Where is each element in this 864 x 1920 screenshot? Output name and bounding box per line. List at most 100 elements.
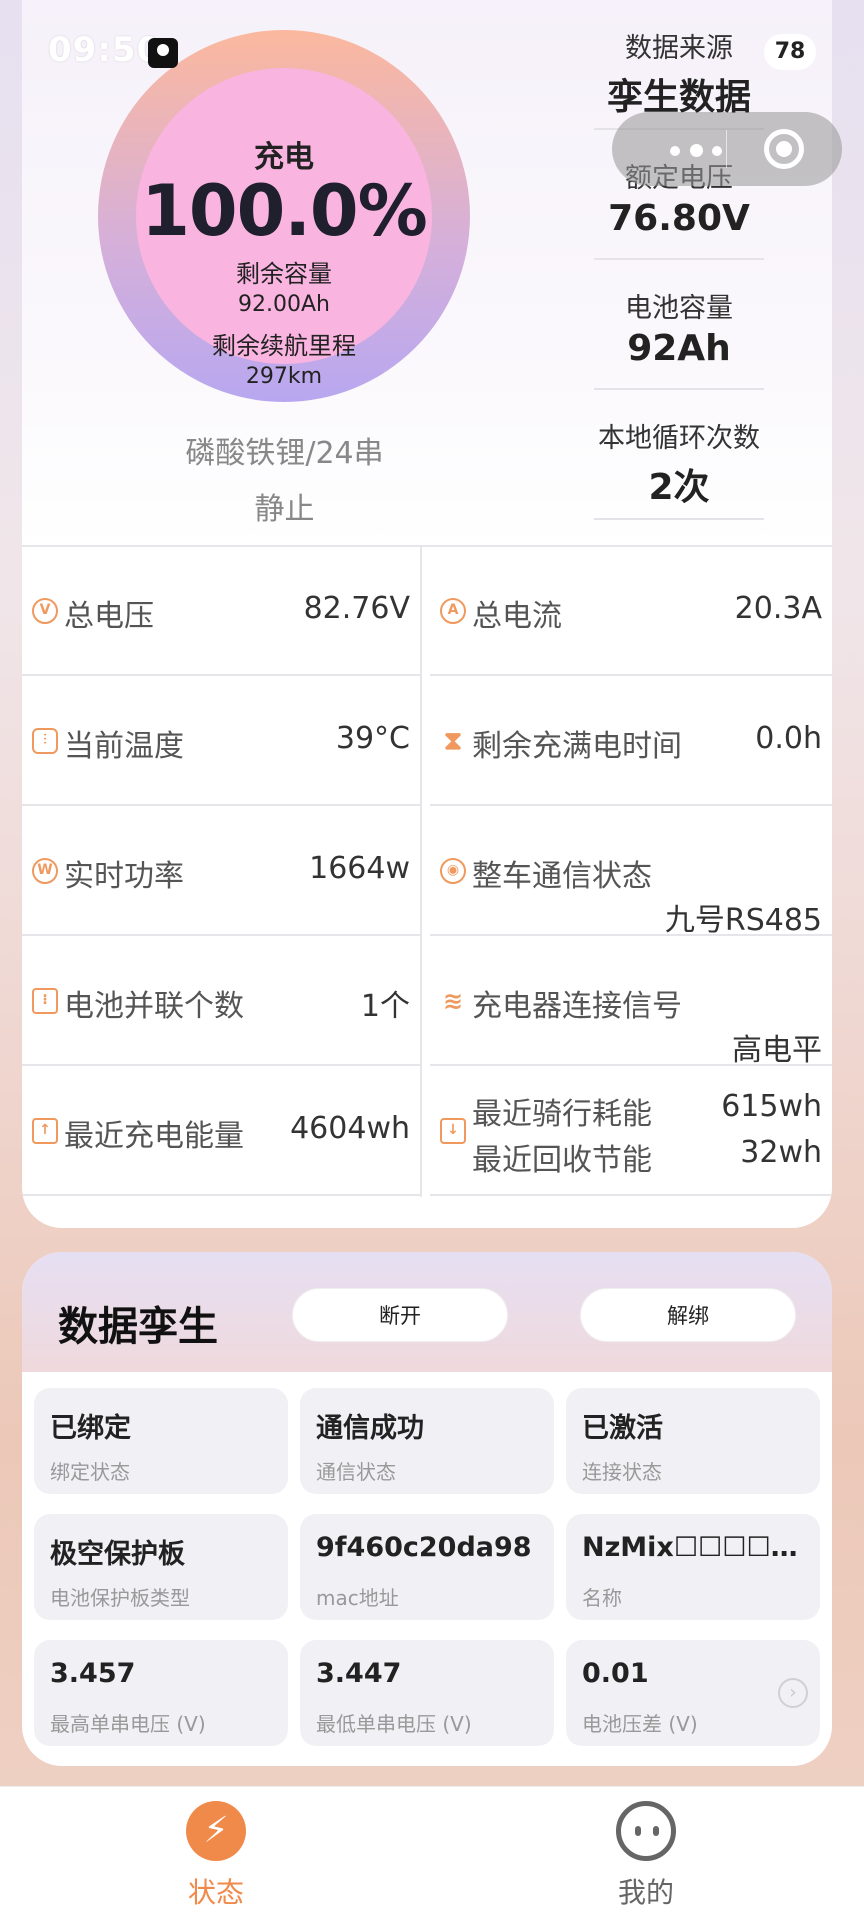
metric-label: 整车通信状态 (472, 859, 652, 894)
unbind-button[interactable]: 解绑 (580, 1288, 796, 1342)
grid-divider (420, 547, 422, 1197)
metric-label: 实时功率 (64, 859, 184, 894)
tile-mac-address: 9f460c20da98 mac地址 (300, 1514, 554, 1620)
close-miniprogram-icon[interactable] (764, 129, 804, 169)
metric-comm-status: ◉ 整车通信状态 九号RS485 (430, 807, 832, 938)
metric-label: 最近骑行耗能 (472, 1097, 652, 1132)
twin-header: 数据孪生 断开 解绑 (22, 1252, 832, 1372)
spec-value: 76.80V (608, 198, 750, 239)
spec-cycle-count: 本地循环次数 2次 (594, 390, 764, 520)
tile-bind-status: 已绑定 绑定状态 (34, 1388, 288, 1494)
mini-program-capsule (612, 112, 842, 186)
metric-recent-charge: ↑ 最近充电能量 4604wh (22, 1067, 420, 1196)
tile-value: 3.457 (50, 1658, 136, 1689)
tile-label: 最高单串电压 (V) (50, 1712, 206, 1736)
charge-energy-icon: ↑ (32, 1118, 58, 1144)
metric-label: 剩余充满电时间 (472, 729, 682, 764)
metric-value: 82.76V (303, 591, 410, 626)
tile-value: 已绑定 (50, 1413, 131, 1444)
data-twin-card: 数据孪生 断开 解绑 已绑定 绑定状态 通信成功 通信状态 已激活 连接状态 极… (22, 1252, 832, 1766)
tile-value: 3.447 (316, 1658, 402, 1689)
tile-label: 电池保护板类型 (50, 1586, 190, 1610)
tab-mine[interactable]: 我的 (546, 1787, 746, 1920)
metric-label: 最近回收节能 (472, 1143, 652, 1178)
tab-label: 我的 (617, 1876, 674, 1909)
wifi-icon: ≋ (442, 987, 464, 1015)
discharge-energy-icon: ↓ (440, 1118, 466, 1144)
tile-value: 已激活 (582, 1413, 663, 1444)
tile-value: 极空保护板 (50, 1539, 185, 1570)
metric-value: 20.3A (734, 591, 822, 626)
tile-label: 电池压差 (V) (582, 1712, 698, 1736)
metric-value: 0.0h (755, 721, 822, 756)
voltage-icon: V (32, 598, 58, 624)
bottom-tab-bar: ⚡ 状态 我的 (0, 1786, 864, 1920)
thermometer-icon: ⫶ (32, 728, 58, 754)
gauge-center: 充电 100.0% 剩余容量 92.00Ah 剩余续航里程 297km (136, 68, 432, 389)
metric-value: 1个 (360, 989, 410, 1024)
metric-charger-signal: ≋ 充电器连接信号 高电平 (430, 937, 832, 1068)
charge-percent: 100.0% (141, 170, 428, 252)
metric-label: 最近充电能量 (64, 1119, 244, 1154)
capsule-divider (726, 130, 727, 168)
tile-label: mac地址 (316, 1586, 399, 1610)
tile-value: 0.01 (582, 1658, 649, 1689)
profile-icon (616, 1801, 676, 1861)
remaining-capacity-label: 剩余容量 (236, 260, 332, 288)
metric-value: 九号RS485 (664, 903, 822, 938)
tile-label: 最低单串电压 (V) (316, 1712, 472, 1736)
spec-capacity: 电池容量 92Ah (594, 260, 764, 390)
signal-icon: ◉ (440, 858, 466, 884)
metric-value: 615wh (721, 1089, 822, 1124)
remaining-capacity-value: 92.00Ah (238, 292, 330, 317)
battery-type: 磷酸铁锂/24串 (185, 436, 384, 471)
metric-value: 39°C (335, 721, 410, 756)
tile-max-cell-voltage: 3.457 最高单串电压 (V) (34, 1640, 288, 1746)
parallel-icon: ⁝ (32, 988, 58, 1014)
status-bar: 09:50 78 (0, 0, 864, 110)
chevron-right-icon[interactable]: › (778, 1678, 808, 1708)
battery-level: 78 (764, 34, 816, 70)
twin-title: 数据孪生 (58, 1304, 218, 1350)
tile-label: 名称 (582, 1586, 622, 1610)
tile-value: 9f460c20da98 (316, 1532, 532, 1563)
metric-total-voltage: V 总电压 82.76V (22, 547, 420, 676)
tile-connect-status: 已激活 连接状态 (566, 1388, 820, 1494)
metric-label: 总电压 (64, 599, 154, 634)
metric-value: 高电平 (732, 1033, 822, 1068)
tab-status[interactable]: ⚡ 状态 (116, 1787, 316, 1920)
metric-total-current: A 总电流 20.3A (430, 547, 832, 676)
metric-power: W 实时功率 1664w (22, 807, 420, 936)
metric-label: 当前温度 (64, 729, 184, 764)
metric-label: 充电器连接信号 (472, 989, 682, 1024)
tile-label: 通信状态 (316, 1460, 396, 1484)
disconnect-button[interactable]: 断开 (292, 1288, 508, 1342)
metric-value: 32wh (740, 1135, 822, 1170)
tile-min-cell-voltage: 3.447 最低单串电压 (V) (300, 1640, 554, 1746)
tile-voltage-diff[interactable]: 0.01 电池压差 (V) › (566, 1640, 820, 1746)
tab-label: 状态 (187, 1876, 244, 1909)
tile-device-name: NzMix☐☐☐☐… 名称 (566, 1514, 820, 1620)
remaining-range-value: 297km (245, 364, 323, 389)
remaining-range-label: 剩余续航里程 (212, 332, 356, 360)
metric-value: 4604wh (290, 1111, 410, 1146)
tile-comm-status: 通信成功 通信状态 (300, 1388, 554, 1494)
spec-value: 2次 (648, 467, 710, 508)
metric-label: 电池并联个数 (64, 989, 244, 1024)
tile-label: 连接状态 (582, 1460, 662, 1484)
spec-label: 本地循环次数 (598, 423, 760, 454)
metric-recent-ride: ↓ 最近骑行耗能 615wh 最近回收节能 32wh (430, 1067, 832, 1196)
notification-icon (148, 38, 178, 68)
tile-bms-type: 极空保护板 电池保护板类型 (34, 1514, 288, 1620)
metric-value: 1664w (309, 851, 410, 886)
metric-temperature: ⫶ 当前温度 39°C (22, 677, 420, 806)
tile-value: NzMix☐☐☐☐… (582, 1532, 798, 1563)
spec-value: 92Ah (627, 328, 731, 369)
metric-parallel-count: ⁝ 电池并联个数 1个 (22, 937, 420, 1066)
tile-label: 绑定状态 (50, 1460, 130, 1484)
status-time: 09:50 (48, 30, 162, 70)
hourglass-icon: ⧗ (443, 726, 463, 756)
current-icon: A (440, 598, 466, 624)
spec-label: 电池容量 (625, 293, 733, 324)
tile-value: 通信成功 (316, 1413, 424, 1444)
